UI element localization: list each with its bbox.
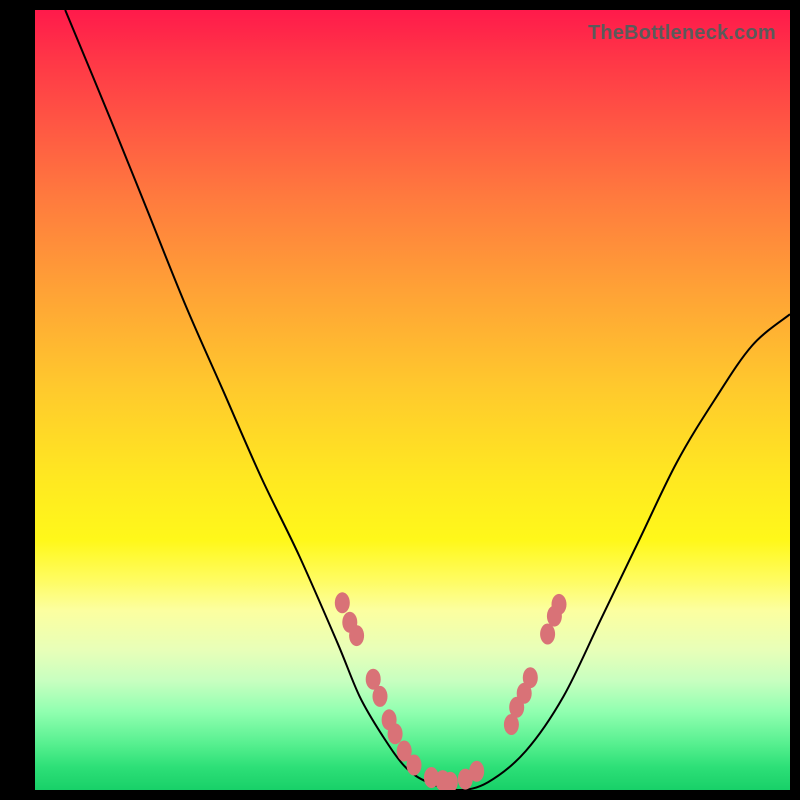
curve-svg <box>35 10 790 790</box>
curve-marker <box>523 667 538 688</box>
curve-marker <box>540 624 555 645</box>
curve-marker <box>335 592 350 613</box>
chart-frame: TheBottleneck.com <box>0 0 800 800</box>
curve-marker <box>469 761 484 782</box>
curve-marker <box>349 625 364 646</box>
curve-marker <box>388 723 403 744</box>
bottleneck-curve <box>65 10 790 790</box>
curve-marker <box>552 594 567 615</box>
curve-marker <box>373 686 388 707</box>
plot-area: TheBottleneck.com <box>35 10 790 790</box>
curve-marker <box>407 755 422 776</box>
marker-layer <box>335 592 567 790</box>
